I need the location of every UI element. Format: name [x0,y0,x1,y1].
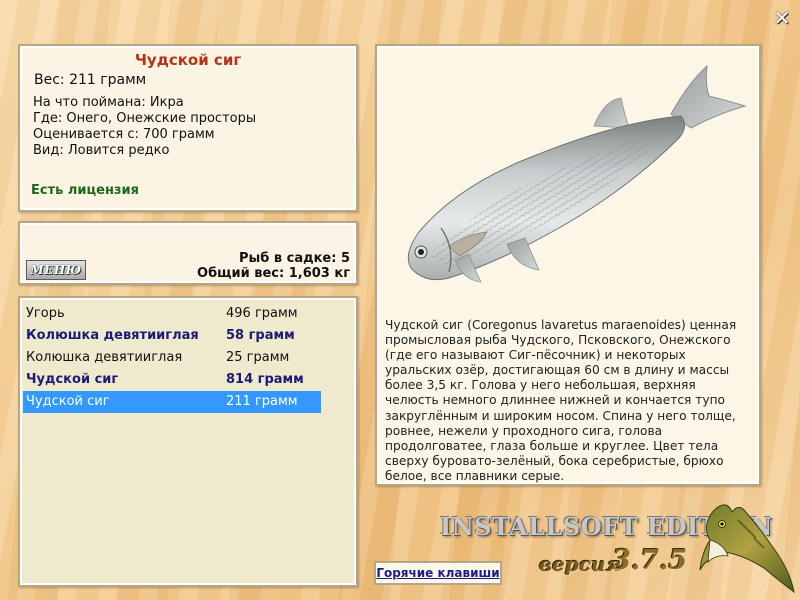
catch-list[interactable]: Угорь 496 грамм Колюшка девятииглая 58 г… [18,296,358,587]
list-item[interactable]: Колюшка девятииглая 58 грамм [23,325,321,347]
list-item-selected[interactable]: Чудской сиг 211 грамм [23,391,321,413]
catch-weight: 25 грамм [226,350,290,365]
hotkeys-button[interactable]: Горячие клавиши [374,561,502,585]
detail-rarity: Вид: Ловится редко [33,143,170,158]
fish-info-panel: Чудской сиг Вес: 211 грамм На что пойман… [18,44,358,212]
catch-weight: 814 грамм [226,372,304,387]
detail-bait: На что поймана: Икра [33,95,184,110]
detail-rating: Оценивается с: 700 грамм [33,127,215,142]
menu-button[interactable]: МЕНЮ [26,260,86,280]
list-item[interactable]: Колюшка девятииглая 25 грамм [23,347,321,369]
keepnet-stats-panel: МЕНЮ Рыб в садке: 5 Общий вес: 1,603 кг [18,221,358,285]
catch-weight: 496 грамм [226,306,298,321]
fish-weight: Вес: 211 грамм [34,72,147,88]
fish-description: Чудской сиг (Coregonus lavaretus maraeno… [385,318,737,483]
list-item[interactable]: Угорь 496 грамм [23,303,321,325]
version-label: версия [539,552,622,576]
catch-name: Чудской сиг [26,372,119,387]
keepnet-stats: Рыб в садке: 5 Общий вес: 1,603 кг [197,251,350,281]
license-status: Есть лицензия [31,183,139,198]
catch-name: Угорь [26,306,65,321]
catch-name: Чудской сиг [26,394,110,409]
close-button[interactable]: ✕ [772,6,792,30]
catch-weight: 58 грамм [226,328,295,343]
pike-logo-icon [699,504,795,594]
catch-name: Колюшка девятииглая [26,350,183,365]
detail-location: Где: Онего, Онежские просторы [33,111,257,126]
fish-count: Рыб в садке: 5 [238,251,350,266]
fish-title: Чудской сиг [134,51,242,69]
catch-name: Колюшка девятииглая [26,328,199,343]
fish-image [407,64,747,283]
version-number: 3.7.5 [612,545,688,576]
total-weight: Общий вес: 1,603 кг [197,266,350,281]
fish-description-panel: Чудской сиг (Coregonus lavaretus maraeno… [375,44,761,486]
close-icon: ✕ [773,6,791,30]
catch-weight: 211 грамм [226,394,298,409]
list-item[interactable]: Чудской сиг 814 грамм [23,369,321,391]
fish-details: На что поймана: Икра Где: Онего, Онежски… [33,95,256,159]
